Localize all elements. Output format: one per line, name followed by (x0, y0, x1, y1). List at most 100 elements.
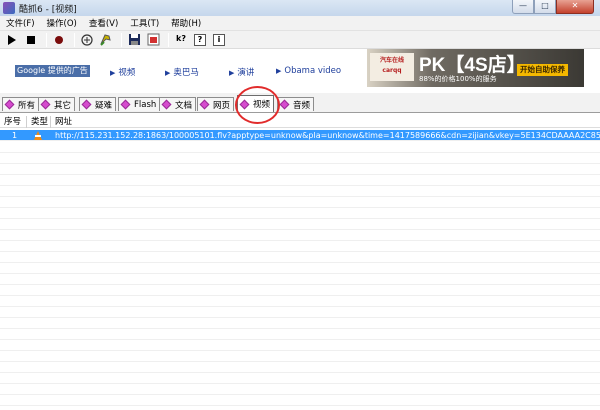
ad-banner[interactable]: 汽车在线 carqq PK【4S店】 88%的价格100%的服务 开始自助保养 (367, 49, 584, 87)
help-cursor-button[interactable]: k? (173, 32, 189, 48)
table-header: 序号 类型 网址 (0, 116, 600, 128)
empty-table-row (0, 219, 600, 230)
info-button[interactable]: i (211, 32, 227, 48)
tab-audio[interactable]: 音频 (277, 97, 315, 111)
ad-link-video[interactable]: ▶ 视频 (110, 66, 135, 78)
record-button[interactable] (51, 32, 67, 48)
menu-bar: 文件(F) 操作(O) 查看(V) 工具(T) 帮助(H) (0, 16, 600, 31)
minimize-button[interactable]: — (512, 0, 534, 14)
menu-file[interactable]: 文件(F) (0, 17, 41, 29)
menu-view[interactable]: 查看(V) (83, 17, 124, 29)
stop-icon (27, 35, 35, 44)
tab-difficult[interactable]: 疑难 (79, 97, 117, 111)
toolbar-separator (121, 32, 122, 47)
save-icon (128, 34, 140, 45)
tab-webpage[interactable]: 网页 (197, 97, 235, 111)
help-button[interactable]: ? (192, 32, 208, 48)
ad-link-label: 视频 (118, 68, 136, 78)
table-row[interactable]: 1 http://115.231.152.28:1863/100005101.f… (0, 130, 600, 141)
help-cursor-icon: k? (176, 33, 186, 43)
export-button[interactable] (145, 32, 161, 48)
empty-table-row (0, 329, 600, 340)
empty-table-row (0, 307, 600, 318)
menu-operation[interactable]: 操作(O) (41, 17, 83, 29)
diamond-icon (120, 99, 131, 110)
empty-table-row (0, 318, 600, 329)
empty-table-row (0, 263, 600, 274)
toolbar: k? ? i (0, 31, 600, 49)
empty-table-row (0, 395, 600, 406)
scan-button[interactable] (79, 32, 95, 48)
tab-all[interactable]: 所有 (2, 97, 40, 111)
ad-link-speech[interactable]: ▶ 演讲 (229, 66, 254, 78)
ad-link-label: Obama video (284, 66, 342, 76)
empty-table-row (0, 164, 600, 175)
play-icon (8, 34, 16, 45)
diamond-icon (279, 99, 290, 110)
empty-table-row (0, 197, 600, 208)
empty-table-row (0, 274, 600, 285)
column-header-url[interactable]: 网址 (51, 116, 600, 128)
tab-label: 疑难 (95, 100, 113, 111)
banner-logo: 汽车在线 carqq (370, 53, 414, 81)
empty-table-row (0, 153, 600, 164)
empty-table-row (0, 373, 600, 384)
empty-table-row (0, 340, 600, 351)
pin-icon (100, 33, 111, 46)
ad-link-label: 演讲 (237, 68, 255, 78)
menu-help[interactable]: 帮助(H) (165, 17, 207, 29)
banner-cta-button[interactable]: 开始自助保养 (517, 64, 568, 76)
info-icon: i (213, 33, 225, 46)
pin-button[interactable] (98, 32, 114, 48)
column-header-type[interactable]: 类型 (27, 116, 51, 128)
window-controls: — □ ✕ (512, 0, 594, 14)
diamond-icon (199, 99, 210, 110)
tab-label: 网页 (213, 100, 231, 111)
play-button[interactable] (4, 32, 20, 48)
empty-table-row (0, 384, 600, 395)
empty-table-row (0, 186, 600, 197)
tab-other[interactable]: 其它 (38, 97, 76, 111)
ad-bar: Google 提供的广告 ▶ 视频 ▶ 奥巴马 ▶ 演讲 ▶ Obama video 汽… (0, 49, 600, 93)
triangle-icon: ▶ (276, 67, 282, 75)
empty-table-row (0, 252, 600, 263)
export-icon (147, 33, 159, 46)
banner-subtext: 88%的价格100%的服务 (419, 75, 497, 83)
menu-tools[interactable]: 工具(T) (124, 17, 165, 29)
empty-table-row (0, 142, 600, 153)
stop-button[interactable] (23, 32, 39, 48)
scan-icon (81, 33, 93, 46)
banner-headline: PK【4S店】 (419, 55, 526, 76)
column-header-index[interactable]: 序号 (0, 116, 27, 128)
save-button[interactable] (126, 32, 142, 48)
tab-label: Flash (134, 99, 157, 110)
tab-label: 音频 (293, 100, 311, 111)
window-title: 酷抓6 - [视频] (19, 5, 77, 15)
app-icon (3, 2, 15, 14)
maximize-button[interactable]: □ (534, 0, 556, 14)
row-index: 1 (12, 131, 18, 140)
google-ads-label[interactable]: Google 提供的广告 (15, 65, 90, 77)
close-button[interactable]: ✕ (556, 0, 594, 14)
resource-table[interactable]: 序号 类型 网址 1 http://115.231.152.28:1863/10… (0, 113, 600, 410)
ad-link-obama-cn[interactable]: ▶ 奥巴马 (165, 66, 199, 78)
tab-bar: 所有 其它 疑难 Flash 文档 网页 视频 音频 (0, 93, 600, 113)
toolbar-separator (168, 32, 169, 47)
record-icon (55, 35, 63, 44)
empty-table-row (0, 362, 600, 373)
ad-link-obama-video[interactable]: ▶ Obama video (276, 66, 341, 76)
empty-table-row (0, 296, 600, 307)
tab-document[interactable]: 文档 (159, 97, 197, 111)
vlc-cone-band (35, 135, 41, 137)
diamond-icon (81, 99, 92, 110)
triangle-icon: ▶ (110, 69, 116, 77)
empty-table-row (0, 175, 600, 186)
ad-link-label: 奥巴马 (173, 68, 199, 78)
title-bar: 酷抓6 - [视频] — □ ✕ (0, 0, 600, 16)
banner-logo-line1: 汽车在线 (379, 57, 404, 64)
empty-table-row (0, 351, 600, 362)
tab-flash[interactable]: Flash (118, 97, 161, 111)
empty-table-row (0, 285, 600, 296)
tab-label: 其它 (54, 100, 72, 111)
diamond-icon (161, 99, 172, 110)
